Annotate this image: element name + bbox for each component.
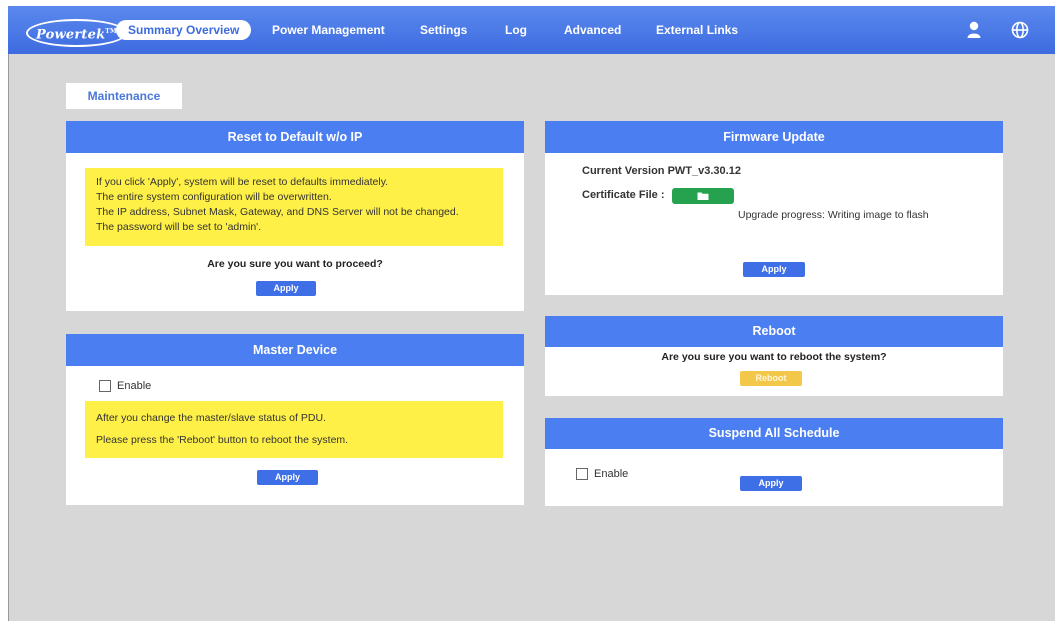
nav-settings[interactable]: Settings <box>420 20 467 40</box>
certificate-file-label: Certificate File : <box>582 189 665 201</box>
nav-summary-overview[interactable]: Summary Overview <box>116 20 252 40</box>
nav-power-management[interactable]: Power Management <box>272 20 385 40</box>
master-enable-label: Enable <box>117 380 152 392</box>
user-icon[interactable] <box>963 19 985 41</box>
reset-default-title: Reset to Default w/o IP <box>66 121 524 153</box>
reboot-title: Reboot <box>545 316 1003 347</box>
suspend-schedule-title: Suspend All Schedule <box>545 418 1003 449</box>
upgrade-progress-text: Upgrade progress: Writing image to flash <box>738 209 929 221</box>
suspend-enable-label: Enable <box>594 468 629 480</box>
master-warning-note: After you change the master/slave status… <box>85 401 503 458</box>
reset-default-panel: Reset to Default w/o IP If you click 'Ap… <box>66 121 524 311</box>
firmware-current-version: Current Version PWT_v3.30.12 <box>582 165 741 177</box>
firmware-update-title: Firmware Update <box>545 121 1003 153</box>
reset-note-line: The IP address, Subnet Mask, Gateway, an… <box>96 206 459 218</box>
powertek-logo[interactable]: PowertekTM <box>26 19 127 47</box>
master-note-line: Please press the 'Reboot' button to rebo… <box>96 434 349 446</box>
reset-note-line: If you click 'Apply', system will be res… <box>96 176 389 188</box>
folder-icon <box>697 192 709 200</box>
suspend-enable-checkbox[interactable] <box>576 468 588 480</box>
reset-confirm-question: Are you sure you want to proceed? <box>207 258 383 270</box>
top-navbar: PowertekTM Summary Overview Power Manage… <box>8 6 1055 54</box>
nav-external-links[interactable]: External Links <box>656 20 738 40</box>
reset-note-line: The password will be set to 'admin'. <box>96 221 262 233</box>
master-device-panel: Master Device Enable After you change th… <box>66 334 524 505</box>
reset-apply-button[interactable]: Apply <box>256 281 316 296</box>
reboot-button[interactable]: Reboot <box>740 371 802 386</box>
master-enable-checkbox[interactable] <box>99 380 111 392</box>
suspend-apply-button[interactable]: Apply <box>740 476 802 491</box>
certificate-file-button[interactable] <box>672 188 734 204</box>
reboot-panel: Reboot Are you sure you want to reboot t… <box>545 316 1003 396</box>
nav-advanced[interactable]: Advanced <box>564 20 621 40</box>
master-device-title: Master Device <box>66 334 524 366</box>
suspend-schedule-panel: Suspend All Schedule Enable Apply <box>545 418 1003 506</box>
master-apply-button[interactable]: Apply <box>257 470 318 485</box>
firmware-update-panel: Firmware Update Current Version PWT_v3.3… <box>545 121 1003 295</box>
tab-maintenance[interactable]: Maintenance <box>66 83 182 109</box>
nav-log[interactable]: Log <box>505 20 527 40</box>
reset-warning-note: If you click 'Apply', system will be res… <box>85 168 503 246</box>
reset-note-line: The entire system configuration will be … <box>96 191 332 203</box>
master-note-line: After you change the master/slave status… <box>96 412 326 424</box>
reboot-confirm-question: Are you sure you want to reboot the syst… <box>661 351 887 363</box>
firmware-apply-button[interactable]: Apply <box>743 262 805 277</box>
globe-icon[interactable] <box>1009 19 1031 41</box>
